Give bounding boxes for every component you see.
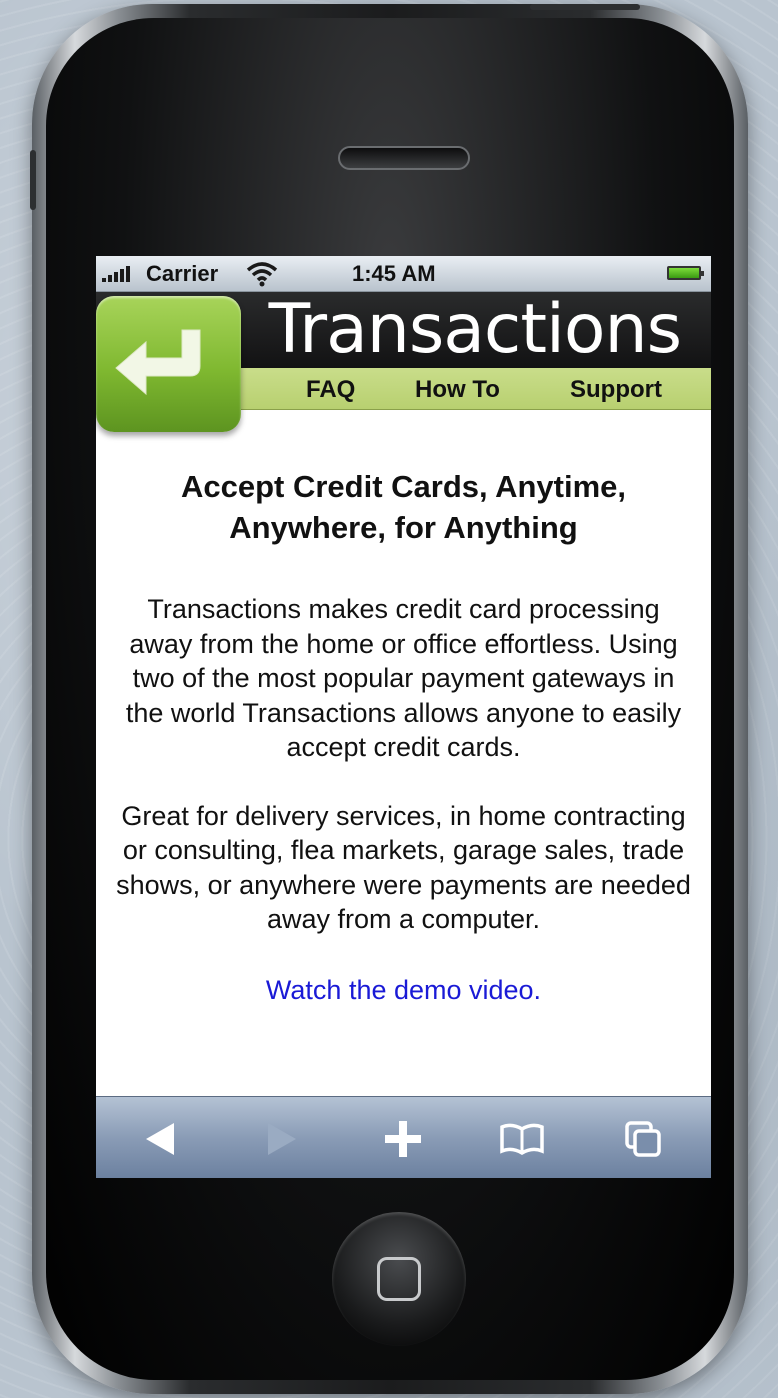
back-button[interactable] <box>96 296 241 432</box>
battery-icon <box>667 266 704 280</box>
bookmarks-button[interactable] <box>498 1117 544 1161</box>
main-content: Accept Credit Cards, Anytime, Anywhere, … <box>96 466 711 1006</box>
home-button[interactable] <box>332 1212 466 1346</box>
nav-support-link[interactable]: Support <box>570 376 662 404</box>
signal-strength-icon <box>102 266 130 282</box>
plus-icon <box>385 1121 421 1157</box>
status-time: 1:45 AM <box>352 261 436 286</box>
pages-button[interactable] <box>621 1117 665 1161</box>
add-bookmark-button[interactable] <box>381 1117 425 1161</box>
sleep-button[interactable] <box>530 4 640 10</box>
nav-faq-link[interactable]: FAQ <box>306 376 355 404</box>
pages-icon <box>625 1121 661 1157</box>
phone-screen: Carrier 1:45 AM Transactions FAQ How To … <box>96 256 711 1178</box>
wifi-icon <box>246 262 278 287</box>
return-arrow-icon <box>115 329 201 396</box>
status-bar: Carrier 1:45 AM <box>96 256 711 292</box>
nav-how-to-link[interactable]: How To <box>415 376 500 404</box>
browser-toolbar <box>96 1096 711 1178</box>
earpiece-speaker <box>338 146 470 170</box>
bookmarks-icon <box>500 1123 544 1156</box>
page-headline: Accept Credit Cards, Anytime, Anywhere, … <box>180 469 627 545</box>
forward-arrow-icon <box>268 1123 296 1155</box>
demo-video-link[interactable]: Watch the demo video. <box>96 975 711 1006</box>
home-square-icon <box>377 1257 421 1301</box>
intro-paragraph: Transactions makes credit card processin… <box>125 594 682 762</box>
forward-arrow-button[interactable] <box>258 1117 302 1161</box>
carrier-name: Carrier <box>146 261 219 286</box>
back-arrow-icon <box>146 1123 174 1155</box>
use-cases-paragraph: Great for delivery services, in home con… <box>116 800 691 935</box>
mute-switch[interactable] <box>30 150 36 210</box>
back-arrow-button[interactable] <box>140 1117 184 1161</box>
app-title: Transactions <box>268 290 682 369</box>
